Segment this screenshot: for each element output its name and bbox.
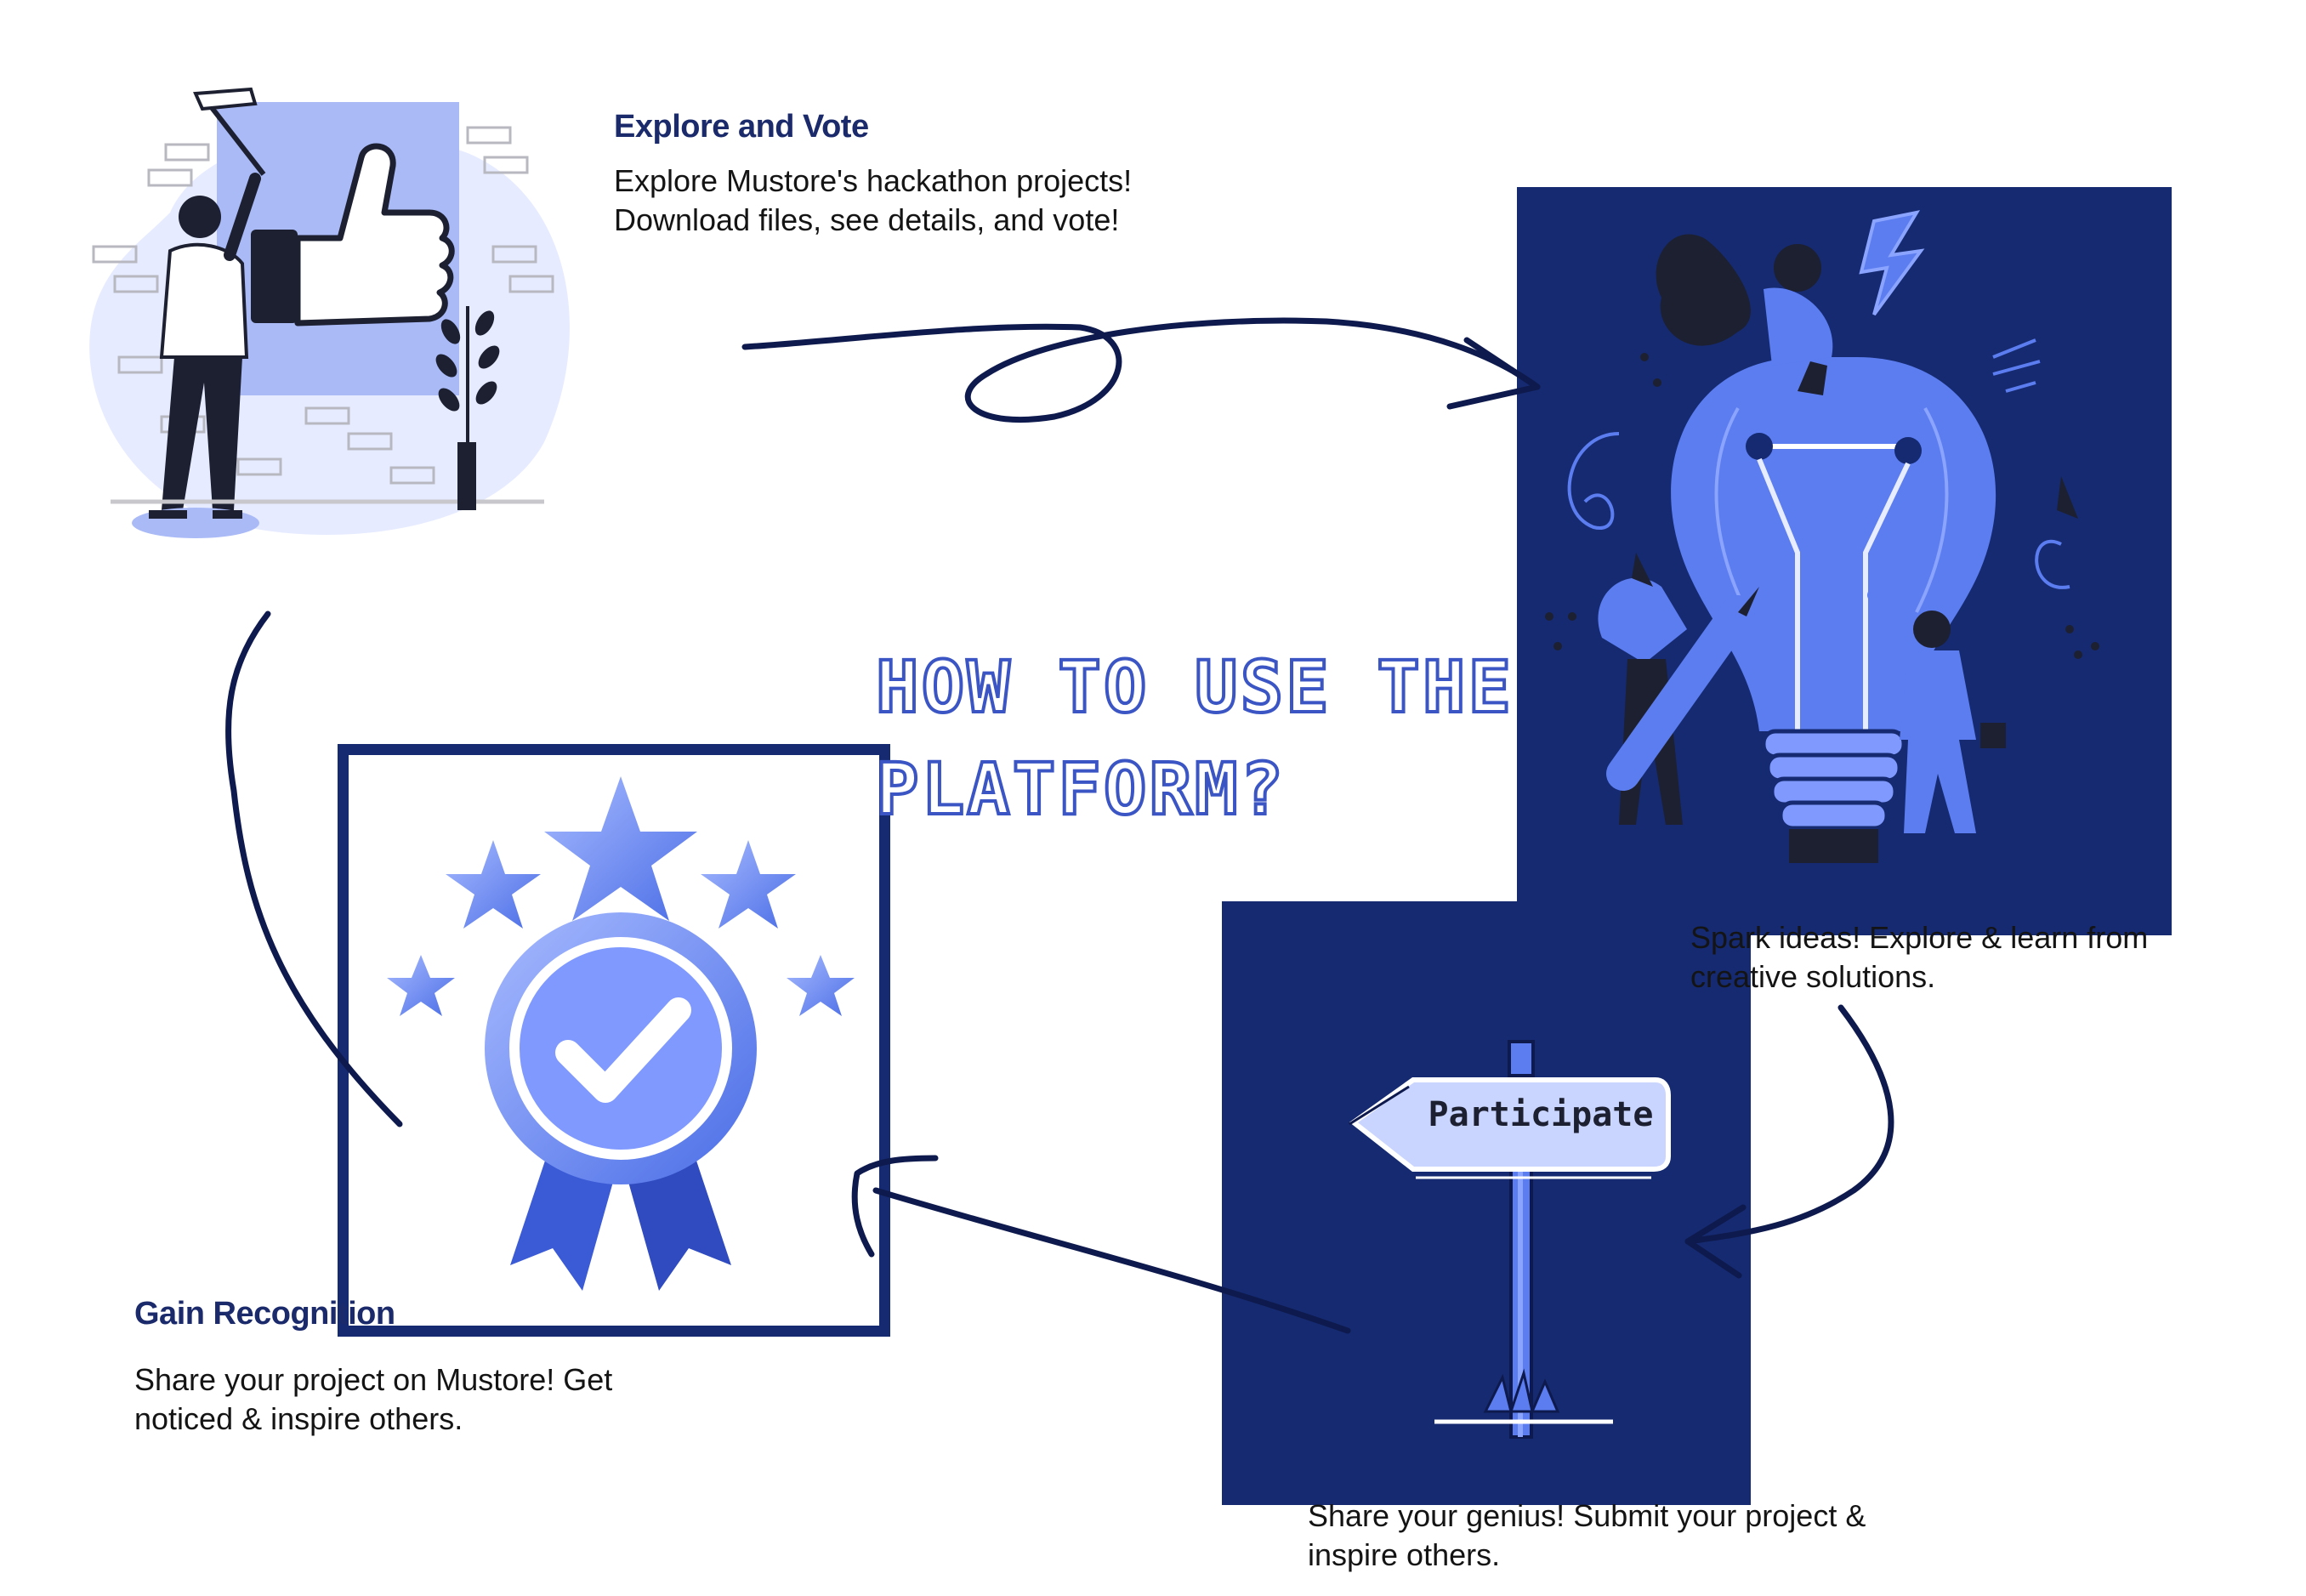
page-heading-line1: How to use the [874, 644, 1514, 730]
participate-sign-label: Participate [1428, 1095, 1654, 1134]
signpost-illustration [1349, 1040, 1671, 1439]
participate-line2: inspire others. [1308, 1537, 1501, 1572]
flow-arrow-explore-to-spark [741, 317, 1541, 423]
page-heading-line2: platform? [874, 746, 1286, 832]
thumbs-up-illustration [68, 77, 578, 553]
recognition-title: Gain Recognition [134, 1296, 395, 1332]
recognition-line2: noticed & inspire others. [134, 1401, 463, 1436]
award-frame [338, 744, 890, 1337]
spark-line1: Spark ideas! Explore & learn from [1690, 920, 2149, 955]
lightbulb-panel [1517, 187, 2172, 935]
participate-panel: Participate [1222, 901, 1751, 1505]
award-badge-illustration [387, 776, 855, 1291]
spark-line2: creative solutions. [1690, 959, 1936, 994]
recognition-line1: Share your project on Mustore! Get [134, 1362, 613, 1397]
lightbulb-illustration [1545, 210, 2099, 863]
explore-vote-title: Explore and Vote [614, 109, 869, 145]
participate-line1: Share your genius! Submit your project & [1308, 1498, 1866, 1533]
explore-vote-line2: Download files, see details, and vote! [614, 202, 1120, 237]
explore-vote-line1: Explore Mustore's hackathon projects! [614, 163, 1133, 198]
